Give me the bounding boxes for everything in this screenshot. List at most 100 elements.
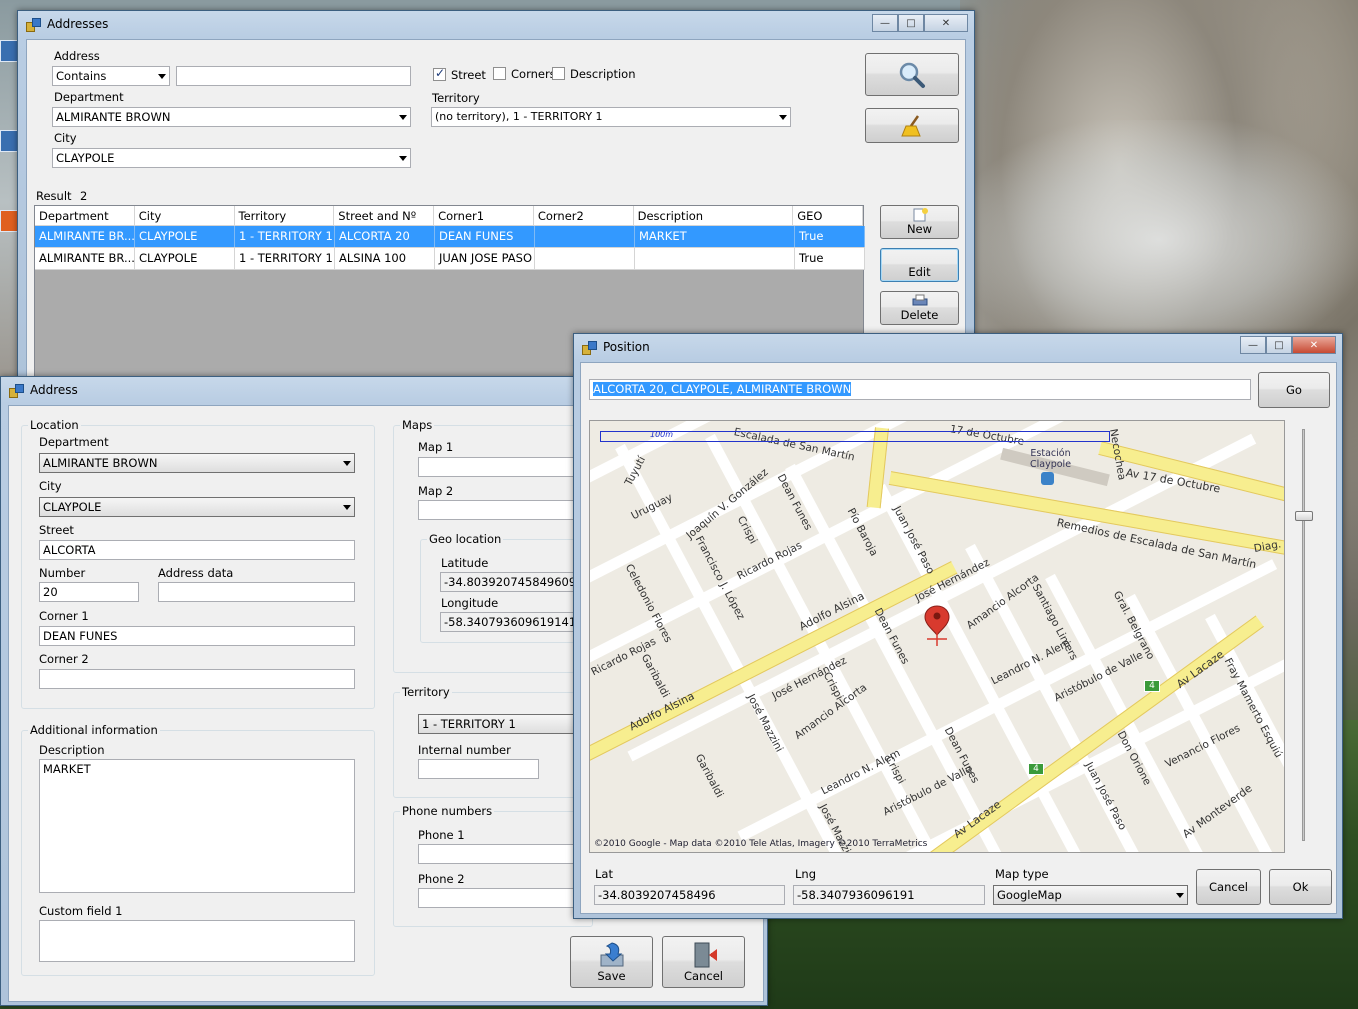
map-copyright: ©2010 Google - Map data ©2010 Tele Atlas… xyxy=(594,839,928,849)
selected-search-text: ALCORTA 20, CLAYPOLE, ALMIRANTE BROWN xyxy=(593,382,852,396)
position-titlebar[interactable]: Position xyxy=(574,334,1342,360)
chevron-down-icon xyxy=(158,74,166,79)
city-select[interactable]: CLAYPOLE xyxy=(52,148,411,168)
cancel-button[interactable]: Cancel xyxy=(1196,869,1261,905)
map2-input[interactable] xyxy=(418,500,588,520)
custom-field-label: Custom field 1 xyxy=(39,904,123,918)
city-value: CLAYPOLE xyxy=(43,500,102,514)
corner2-input[interactable] xyxy=(39,669,355,689)
chevron-down-icon xyxy=(343,505,351,510)
department-label: Department xyxy=(39,435,109,449)
street-input[interactable]: ALCORTA xyxy=(39,540,355,560)
column-header[interactable]: Description xyxy=(634,206,794,225)
corner2-label: Corner 2 xyxy=(39,652,89,666)
addresses-client: Address Contains Street Corners Descript… xyxy=(26,39,966,379)
route-badge: 4 xyxy=(1144,680,1160,692)
ok-button[interactable]: Ok xyxy=(1269,869,1332,905)
table-cell xyxy=(535,248,635,269)
new-button[interactable]: New xyxy=(880,205,959,239)
longitude-input[interactable]: -58.340793609619141 xyxy=(440,612,585,632)
addresses-titlebar[interactable]: Addresses xyxy=(18,11,974,37)
close-button[interactable]: ✕ xyxy=(1292,336,1336,354)
table-row[interactable]: ALMIRANTE BR... CLAYPOLE 1 - TERRITORY 1… xyxy=(35,226,865,248)
corners-checkbox[interactable] xyxy=(493,67,506,80)
search-button[interactable] xyxy=(865,53,959,96)
corner1-input[interactable]: DEAN FUNES xyxy=(39,626,355,646)
delete-button[interactable]: Delete xyxy=(880,291,959,325)
address-data-input[interactable] xyxy=(158,582,355,602)
department-select[interactable]: ALMIRANTE BROWN xyxy=(39,453,355,473)
street-checkbox[interactable] xyxy=(433,66,446,81)
phone1-input[interactable] xyxy=(418,844,588,864)
column-header[interactable]: GEO xyxy=(793,206,864,225)
map-pin-icon[interactable] xyxy=(924,605,950,647)
description-textarea[interactable]: MARKET xyxy=(39,759,355,893)
maximize-button[interactable]: □ xyxy=(1266,336,1292,354)
chevron-down-icon xyxy=(399,156,407,161)
zoom-slider-thumb[interactable] xyxy=(1295,511,1313,522)
lat-input[interactable]: -34.8039207458496 xyxy=(594,885,785,905)
street-label: Garibaldi xyxy=(638,652,672,700)
city-label: City xyxy=(39,479,62,493)
phone2-input[interactable] xyxy=(418,888,588,908)
station-label: Estación Claypole xyxy=(1030,448,1072,470)
addresses-window: Addresses — □ ✕ Address Contains Street … xyxy=(17,10,975,380)
minimize-button[interactable]: — xyxy=(1240,336,1266,354)
column-header[interactable]: Street and Nº xyxy=(334,206,435,225)
address-search-input[interactable] xyxy=(176,66,411,86)
phone1-label: Phone 1 xyxy=(418,828,465,842)
number-label: Number xyxy=(39,566,86,580)
table-row[interactable]: ALMIRANTE BR... CLAYPOLE 1 - TERRITORY 1… xyxy=(35,248,865,270)
internal-number-input[interactable] xyxy=(418,759,539,779)
go-button[interactable]: Go xyxy=(1258,372,1330,408)
map1-input[interactable] xyxy=(418,457,588,477)
shredder-icon xyxy=(912,294,927,306)
cancel-button[interactable]: Cancel xyxy=(662,936,745,988)
chevron-down-icon xyxy=(399,115,407,120)
save-button[interactable]: Save xyxy=(570,936,653,988)
clear-button[interactable] xyxy=(865,108,959,143)
minimize-button[interactable]: — xyxy=(872,14,898,32)
address-search-input[interactable]: ALCORTA 20, CLAYPOLE, ALMIRANTE BROWN xyxy=(589,379,1251,400)
table-cell: ALCORTA 20 xyxy=(335,226,435,247)
street-map[interactable]: Estación Claypole Adolfo Alsina Adolfo A… xyxy=(589,420,1285,853)
column-header[interactable]: Corner1 xyxy=(434,206,534,225)
table-cell: CLAYPOLE xyxy=(135,248,235,269)
territory-select[interactable]: 1 - TERRITORY 1 xyxy=(418,714,588,734)
column-header[interactable]: Territory xyxy=(235,206,335,225)
close-button[interactable]: ✕ xyxy=(924,14,968,32)
street-label: Juan José Paso xyxy=(1082,760,1129,833)
search-icon xyxy=(899,62,925,88)
city-label: City xyxy=(54,131,77,145)
lat-label: Lat xyxy=(595,867,613,881)
column-header[interactable]: Department xyxy=(35,206,135,225)
address-label: Address xyxy=(54,49,100,63)
territory-group-title: Territory xyxy=(400,685,452,699)
description-checkbox[interactable] xyxy=(552,67,565,80)
edit-button[interactable]: Edit xyxy=(880,248,959,282)
save-icon xyxy=(600,942,623,967)
chevron-down-icon xyxy=(779,115,787,120)
scale-label: 100m xyxy=(650,430,674,439)
column-header[interactable]: City xyxy=(135,206,235,225)
lng-input[interactable]: -58.3407936096191 xyxy=(793,885,985,905)
city-select[interactable]: CLAYPOLE xyxy=(39,497,355,517)
app-icon xyxy=(582,340,597,355)
address-match-select[interactable]: Contains xyxy=(52,66,170,86)
table-cell: ALMIRANTE BR... xyxy=(35,248,135,269)
maximize-button[interactable]: □ xyxy=(898,14,924,32)
street-label: Street xyxy=(39,523,74,537)
number-input[interactable]: 20 xyxy=(39,582,139,602)
zoom-slider[interactable] xyxy=(1302,429,1305,841)
column-header[interactable]: Corner2 xyxy=(534,206,634,225)
department-value: ALMIRANTE BROWN xyxy=(43,456,158,470)
app-icon xyxy=(26,17,41,32)
territory-select[interactable]: (no territory), 1 - TERRITORY 1 xyxy=(431,107,791,127)
internal-number-label: Internal number xyxy=(418,743,511,757)
latitude-input[interactable]: -34.803920745849609 xyxy=(440,572,585,592)
department-select[interactable]: ALMIRANTE BROWN xyxy=(52,107,411,127)
table-cell: ALMIRANTE BR... xyxy=(35,226,135,247)
city-value: CLAYPOLE xyxy=(56,151,115,165)
custom-field-input[interactable] xyxy=(39,920,355,962)
map-type-select[interactable]: GoogleMap xyxy=(993,885,1188,905)
